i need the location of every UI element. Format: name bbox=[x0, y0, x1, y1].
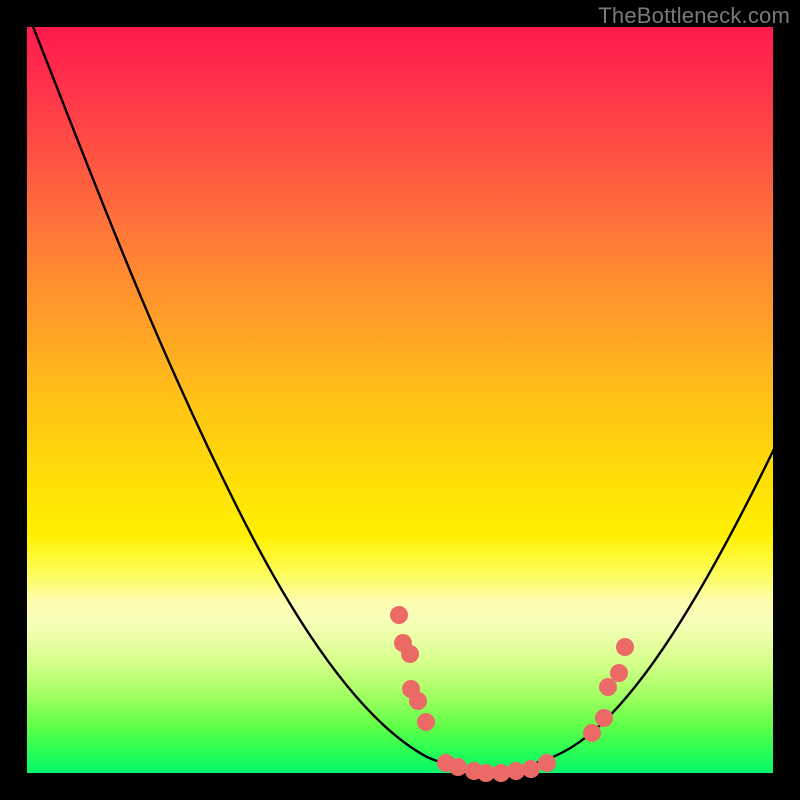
curve-marker bbox=[417, 713, 435, 731]
chart-svg bbox=[27, 27, 773, 773]
chart-frame: TheBottleneck.com bbox=[0, 0, 800, 800]
curve-marker bbox=[616, 638, 634, 656]
curve-marker bbox=[409, 692, 427, 710]
curve-marker bbox=[538, 754, 556, 772]
curve-marker bbox=[390, 606, 408, 624]
curve-marker bbox=[599, 678, 617, 696]
curve-marker bbox=[610, 664, 628, 682]
curve-marker bbox=[583, 724, 601, 742]
curve-marker bbox=[522, 760, 540, 778]
curve-marker bbox=[401, 645, 419, 663]
curve-marker bbox=[449, 758, 467, 776]
watermark-text: TheBottleneck.com bbox=[598, 3, 790, 29]
curve-marker bbox=[595, 709, 613, 727]
